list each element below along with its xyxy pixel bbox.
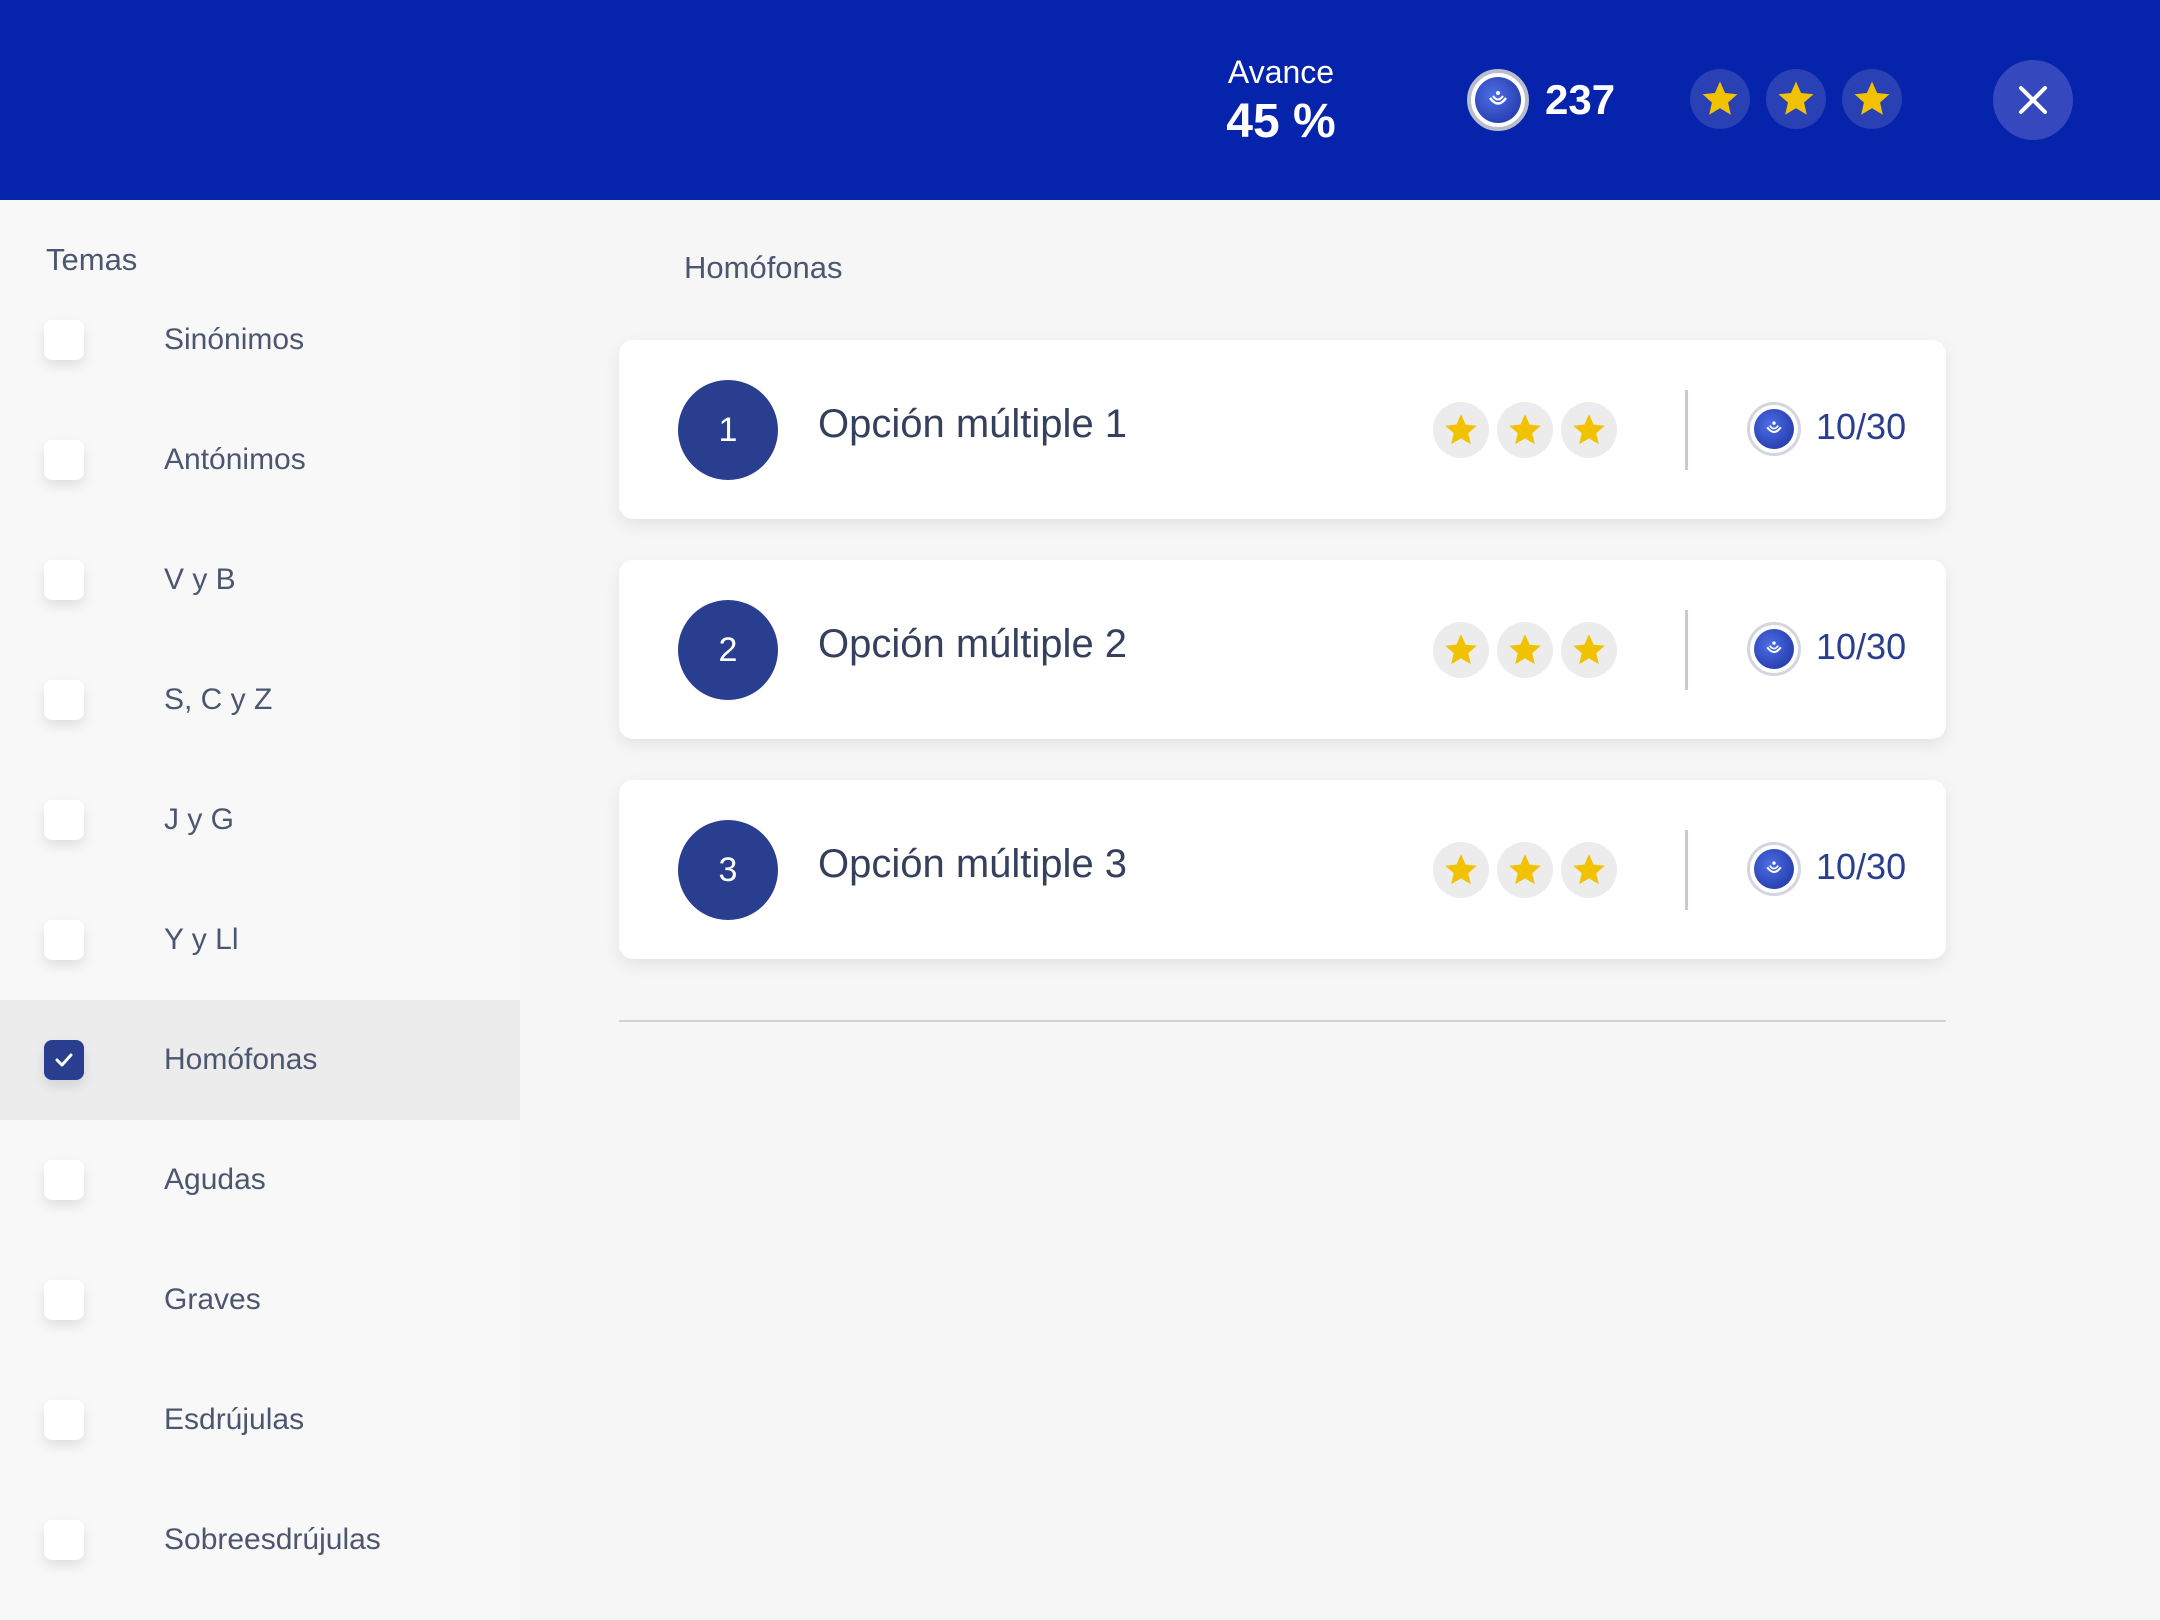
topic-label: Antónimos	[164, 443, 306, 476]
topic-label: Agudas	[164, 1163, 266, 1196]
topic-item-v-y-b[interactable]: V y B	[0, 520, 520, 640]
topic-checkbox[interactable]	[44, 440, 84, 480]
activity-number: 2	[678, 600, 778, 700]
activity-number: 1	[678, 380, 778, 480]
activity-score: 10/30	[1816, 626, 1907, 667]
topic-checkbox[interactable]	[44, 560, 84, 600]
activity-title: Opción múltiple 3	[818, 842, 1128, 886]
earned-stars	[1690, 69, 1902, 129]
activity-card[interactable]: 3 Opción múltiple 3 10/30	[619, 780, 1946, 959]
activity-card[interactable]: 2 Opción múltiple 2 10/30	[619, 560, 1946, 739]
topic-item-esdrujulas[interactable]: Esdrújulas	[0, 1360, 520, 1480]
divider	[1685, 390, 1688, 470]
topic-item-y-y-ll[interactable]: Y y Ll	[0, 880, 520, 1000]
coin-count: 237	[1545, 76, 1616, 123]
topic-checkbox[interactable]	[44, 1400, 84, 1440]
close-button[interactable]	[1993, 60, 2073, 140]
topic-checkbox[interactable]	[44, 920, 84, 960]
progress-label: Avance	[1227, 54, 1335, 90]
activity-score: 10/30	[1816, 846, 1907, 887]
topic-label: Graves	[164, 1283, 261, 1316]
star-icon	[1433, 842, 1489, 898]
section-divider	[619, 1020, 1946, 1022]
topic-item-agudas[interactable]: Agudas	[0, 1120, 520, 1240]
check-icon	[55, 1053, 73, 1067]
activity-stars	[1433, 402, 1617, 458]
activity-stars	[1433, 842, 1617, 898]
star-icon	[1690, 69, 1750, 129]
topic-label: Esdrújulas	[164, 1403, 305, 1436]
topic-label: Sinónimos	[164, 323, 305, 356]
topic-label: S, C y Z	[164, 683, 273, 716]
topic-checkbox[interactable]	[44, 1280, 84, 1320]
activity-stars	[1433, 622, 1617, 678]
activity-number: 3	[678, 820, 778, 920]
coin-icon	[1747, 622, 1801, 676]
star-icon	[1561, 402, 1617, 458]
topic-item-antonimos[interactable]: Antónimos	[0, 400, 520, 520]
topic-label: V y B	[164, 563, 236, 596]
star-icon	[1497, 402, 1553, 458]
progress-indicator: Avance 45 %	[1181, 52, 1381, 152]
coin-icon	[1467, 69, 1529, 131]
activity-title: Opción múltiple 1	[818, 402, 1128, 446]
topic-checkbox[interactable]	[44, 1520, 84, 1560]
topic-item-sobreesdrujulas[interactable]: Sobreesdrújulas	[0, 1480, 520, 1600]
topic-label: Homófonas	[164, 1043, 318, 1076]
topic-item-sinonimos[interactable]: Sinónimos	[0, 280, 520, 400]
topic-item-s-c-y-z[interactable]: S, C y Z	[0, 640, 520, 760]
topic-label: J y G	[164, 803, 235, 836]
section-title: Homófonas	[684, 250, 843, 285]
star-icon	[1497, 622, 1553, 678]
divider	[1685, 610, 1688, 690]
topic-label: Sobreesdrújulas	[164, 1523, 381, 1556]
topic-checkbox[interactable]	[44, 800, 84, 840]
star-icon	[1433, 622, 1489, 678]
topic-checkbox[interactable]	[44, 320, 84, 360]
topic-checkbox[interactable]	[44, 1040, 84, 1080]
star-icon	[1561, 842, 1617, 898]
star-icon	[1561, 622, 1617, 678]
star-icon	[1842, 69, 1902, 129]
activity-score: 10/30	[1816, 406, 1907, 447]
star-icon	[1433, 402, 1489, 458]
coin-counter: 237	[1467, 69, 1615, 131]
divider	[1685, 830, 1688, 910]
topic-item-graves[interactable]: Graves	[0, 1240, 520, 1360]
progress-value: 45 %	[1226, 95, 1336, 148]
close-icon	[2019, 86, 2047, 114]
coin-icon	[1747, 402, 1801, 456]
topic-label: Y y Ll	[164, 923, 239, 956]
activity-title: Opción múltiple 2	[818, 622, 1128, 666]
topic-checkbox[interactable]	[44, 1160, 84, 1200]
topic-item-homofonas[interactable]: Homófonas	[0, 1000, 520, 1120]
activity-card[interactable]: 1 Opción múltiple 1 10/30	[619, 340, 1946, 519]
coin-icon	[1747, 842, 1801, 896]
top-bar: Avance 45 % 237	[0, 0, 2160, 200]
star-icon	[1497, 842, 1553, 898]
topic-item-j-y-g[interactable]: J y G	[0, 760, 520, 880]
star-icon	[1766, 69, 1826, 129]
topic-checkbox[interactable]	[44, 680, 84, 720]
